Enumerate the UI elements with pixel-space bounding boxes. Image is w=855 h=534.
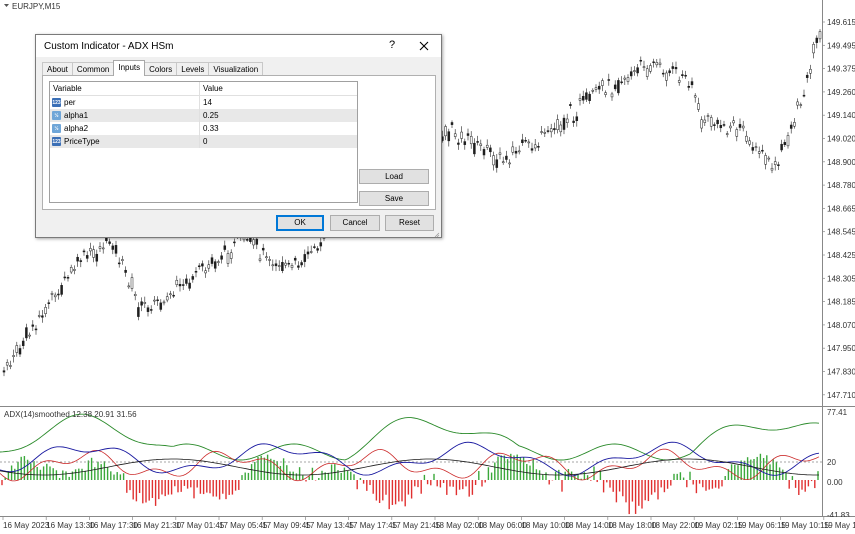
custom-indicator-dialog[interactable]: Custom Indicator - ADX HSm ? About Commo… [35,34,442,238]
indicator-label: 77.41 [827,408,848,417]
var-value[interactable]: 0.33 [200,122,357,135]
symbol-text: EURJPY,M15 [12,2,61,11]
price-label: 148.665 [827,204,855,213]
int-icon: 123 [52,98,61,107]
price-label: 149.020 [827,135,855,144]
time-label: 19 May 14:15 [824,521,855,530]
time-label: 17 May 13:45 [305,521,354,530]
grid-header: Variable Value [50,82,357,96]
price-label: 148.780 [827,181,855,190]
symbol-label[interactable]: EURJPY,M15 [3,2,60,11]
header-value[interactable]: Value [200,82,357,95]
price-label: 149.260 [827,88,855,97]
time-label: 17 May 17:45 [349,521,398,530]
inputs-grid[interactable]: Variable Value 123 per 14 ½ alpha1 0.25 ½a… [49,81,358,203]
ok-button[interactable]: OK [276,215,324,231]
indicator-axis: 77.41200.00-41.83 [827,408,850,517]
time-label: 19 May 02:15 [694,521,743,530]
chevron-down-icon[interactable] [3,2,10,11]
price-label: 148.070 [827,321,855,330]
time-label: 18 May 14:00 [565,521,614,530]
input-row-pricetype[interactable]: 123 PriceType 0 [50,135,357,148]
time-label: 17 May 01:45 [176,521,225,530]
dialog-titlebar[interactable]: Custom Indicator - ADX HSm ? [36,35,441,57]
input-row-alpha1[interactable]: ½ alpha1 0.25 [50,109,357,122]
reset-button[interactable]: Reset [385,215,434,231]
input-row-per[interactable]: 123 per 14 [50,96,357,109]
var-value[interactable]: 0.25 [200,109,357,122]
price-label: 147.950 [827,344,855,353]
resize-grip-icon[interactable] [434,230,440,238]
tab-colors[interactable]: Colors [144,62,178,76]
tab-inputs[interactable]: Inputs [113,60,146,76]
time-label: 18 May 22:00 [651,521,700,530]
time-label: 16 May 13:30 [46,521,95,530]
close-icon[interactable] [415,37,433,55]
time-label: 16 May 2023 [3,521,50,530]
save-button[interactable]: Save [359,191,429,206]
tab-common[interactable]: Common [71,62,115,76]
dialog-title: Custom Indicator - ADX HSm [44,40,174,52]
tab-levels[interactable]: Levels [176,62,210,76]
price-label: 149.495 [827,41,855,50]
var-name: alpha1 [64,111,89,120]
indicator-label: 20 [827,458,836,467]
tab-about[interactable]: About [42,62,73,76]
price-label: 147.710 [827,391,855,400]
price-label: 148.545 [827,228,855,237]
price-label: 148.185 [827,298,855,307]
load-button[interactable]: Load [359,169,429,184]
var-name: PriceType [64,137,100,146]
time-label: 19 May 06:15 [737,521,786,530]
int-icon: 123 [52,137,61,146]
inputs-panel: Variable Value 123 per 14 ½ alpha1 0.25 ½a… [42,75,436,210]
time-label: 17 May 05:45 [219,521,268,530]
time-axis[interactable]: 16 May 202316 May 13:3016 May 17:3016 Ma… [0,517,855,534]
time-label: 16 May 17:30 [89,521,138,530]
indicator-lines [0,413,820,482]
time-label: 18 May 02:00 [435,521,484,530]
price-axis[interactable]: 149.615 149.495 149.375 149.260 149.140 149.0… [822,18,855,407]
var-value[interactable]: 0 [200,135,357,148]
tab-visualization[interactable]: Visualization [208,62,264,76]
help-button[interactable]: ? [385,39,399,51]
input-row-alpha2[interactable]: ½ alpha2 0.33 [50,122,357,135]
var-name: alpha2 [64,124,89,133]
indicator-label: 0.00 [827,478,843,487]
price-label: 147.830 [827,368,855,377]
price-label: 148.900 [827,158,855,167]
tab-bar: About Common Inputs Colors Levels Visual… [42,60,264,76]
time-label: 16 May 21:30 [133,521,182,530]
price-label: 149.375 [827,65,855,74]
indicator-title: ADX(14)smoothed 12.38 20.91 31.56 [4,410,137,419]
double-icon: ½ [52,124,61,133]
var-value[interactable]: 14 [200,96,357,109]
price-label: 148.305 [827,274,855,283]
double-icon: ½ [52,111,61,120]
indicator-chart[interactable]: 77.41200.00-41.83 [0,407,855,517]
time-label: 18 May 10:00 [521,521,570,530]
price-label: 149.140 [827,111,855,120]
cancel-button[interactable]: Cancel [330,215,380,231]
time-label: 18 May 06:00 [478,521,527,530]
price-label: 148.425 [827,251,855,260]
time-label: 19 May 10:15 [781,521,830,530]
time-label: 17 May 09:45 [262,521,311,530]
time-label: 18 May 18:00 [608,521,657,530]
price-label: 149.615 [827,18,855,27]
time-label: 17 May 21:45 [392,521,441,530]
header-variable[interactable]: Variable [50,82,200,95]
var-name: per [64,98,76,107]
